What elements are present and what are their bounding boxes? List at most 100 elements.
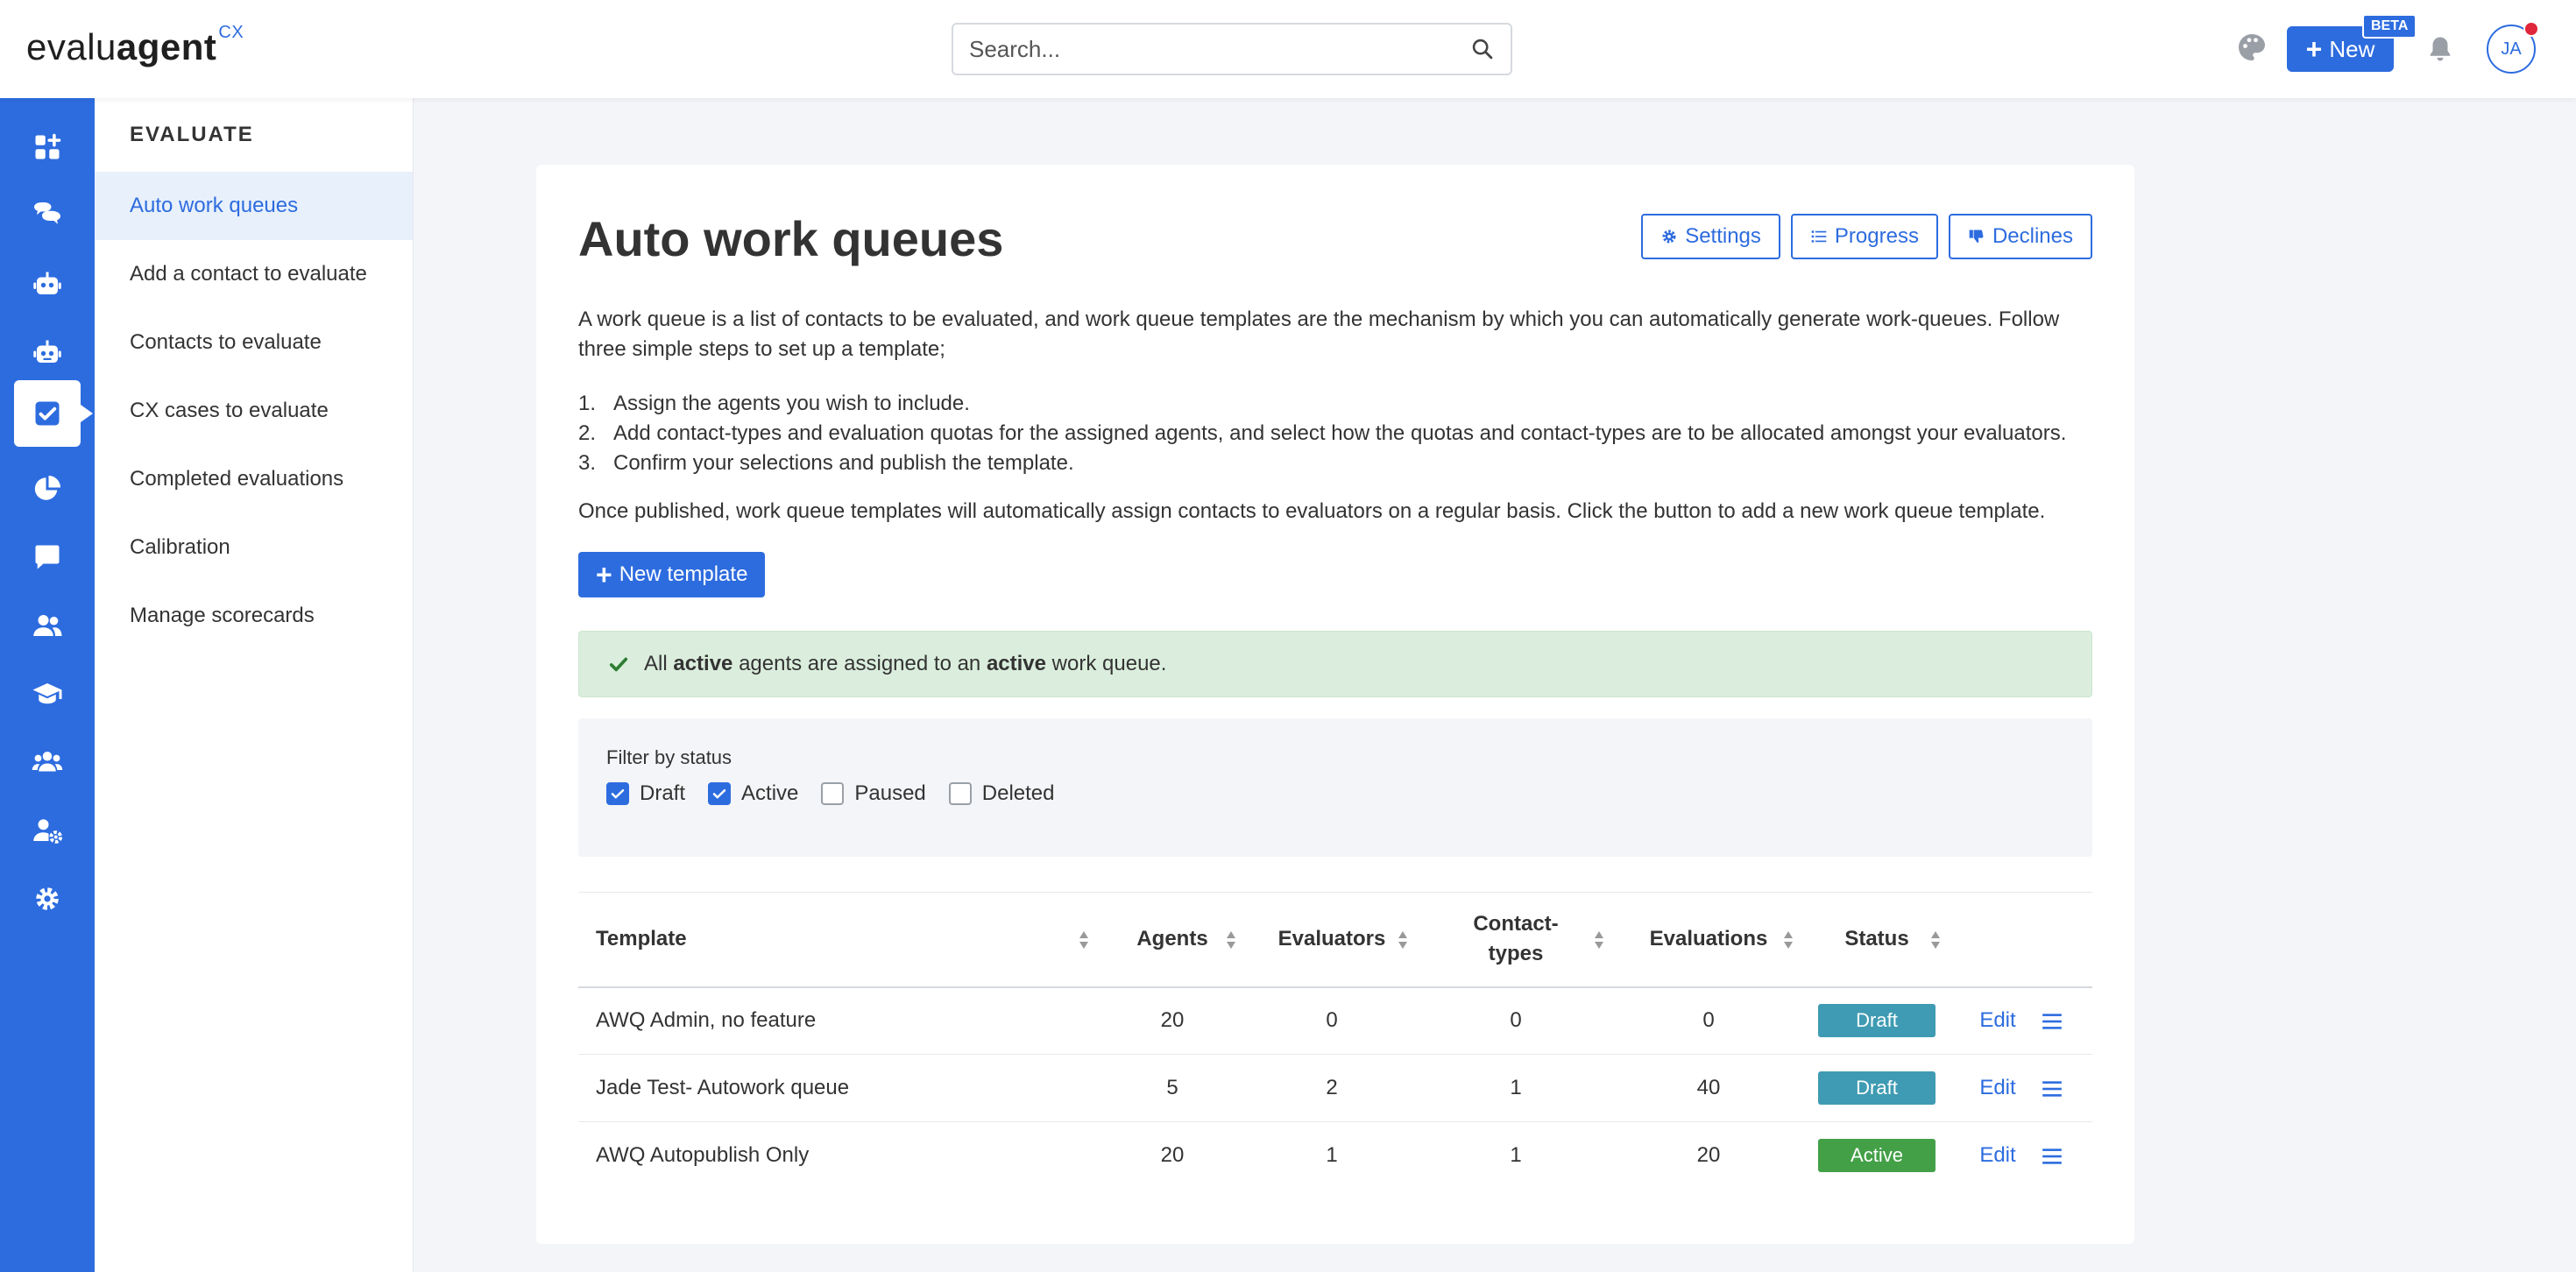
declines-button-label: Declines [1992, 224, 2073, 248]
column-header-agents[interactable]: Agents [1099, 892, 1246, 988]
column-header-template[interactable]: Template [578, 892, 1099, 988]
progress-button[interactable]: Progress [1790, 214, 1938, 259]
cell-actions: Edit [1950, 986, 2092, 1055]
sort-icon [1784, 931, 1793, 949]
rail-teams[interactable] [14, 729, 81, 795]
main-card: Auto work queues Settings Progress Decli… [536, 165, 2134, 1244]
status-badge: Draft [1818, 1004, 1936, 1038]
submenu-item-cx-cases[interactable]: CX cases to evaluate [95, 377, 413, 445]
settings-button[interactable]: Settings [1641, 214, 1780, 259]
step-text: Assign the agents you wish to include. [613, 392, 970, 415]
column-header-label: Status [1844, 927, 1909, 951]
table-row: AWQ Admin, no feature 20 0 0 0 Draft Edi… [578, 986, 2092, 1055]
notification-dot [2523, 21, 2539, 37]
bell-icon[interactable] [2425, 33, 2455, 65]
search-input[interactable] [953, 25, 1444, 74]
rail-settings[interactable] [14, 866, 81, 932]
submenu-item-calibration[interactable]: Calibration [95, 513, 413, 582]
rail-evaluate[interactable] [14, 380, 93, 447]
sort-icon [1227, 931, 1235, 949]
list-item: 1. Assign the agents you wish to include. [578, 389, 2094, 419]
cell-status: Draft [1803, 986, 1950, 1055]
list-item: 3. Confirm your selections and publish th… [578, 449, 2094, 478]
filter-deleted[interactable]: Deleted [948, 781, 1055, 806]
column-header-label: Evaluators [1277, 927, 1386, 951]
cell-evaluations: 40 [1614, 1054, 1803, 1122]
column-header-evaluations[interactable]: Evaluations [1614, 892, 1803, 988]
comment-icon [35, 545, 60, 569]
rail-training[interactable] [14, 661, 81, 727]
robot-icon [33, 272, 61, 294]
filter-active[interactable]: Active [708, 781, 798, 806]
new-template-button[interactable]: + New template [578, 552, 766, 597]
filter-label: Filter by status [606, 746, 732, 768]
menu-icon[interactable] [2041, 1147, 2063, 1166]
user-settings-icon [33, 819, 63, 844]
column-header-evaluators[interactable]: Evaluators [1246, 892, 1418, 988]
column-header-status[interactable]: Status [1803, 892, 1950, 988]
graduation-cap-icon [32, 683, 62, 704]
submenu-item-auto-work-queues[interactable]: Auto work queues [95, 172, 413, 240]
rail-users[interactable] [14, 592, 81, 659]
column-header-label: Template [596, 927, 687, 951]
search-icon[interactable] [1470, 37, 1495, 61]
rail-bot-alt[interactable] [14, 319, 81, 385]
gear-icon [1662, 230, 1676, 244]
step-text: Confirm your selections and publish the … [613, 451, 1074, 475]
submenu-item-contacts-to-evaluate[interactable]: Contacts to evaluate [95, 308, 413, 377]
column-header-label: Agents [1136, 927, 1208, 951]
column-header-label: Evaluations [1649, 927, 1768, 951]
column-header-contact-types[interactable]: Contact-types [1418, 892, 1614, 988]
step-number: 2. [578, 421, 597, 445]
filter-option-label: Active [741, 781, 799, 805]
alert-text-part: All [644, 652, 674, 675]
logo-text-b: agent [116, 26, 217, 67]
palette-icon[interactable] [2236, 32, 2268, 63]
rail-user-settings[interactable] [14, 797, 81, 864]
dashboard-add-icon [35, 133, 61, 159]
status-badge: Active [1818, 1139, 1936, 1173]
declines-button[interactable]: Declines [1948, 214, 2092, 259]
rail-messages[interactable] [14, 524, 81, 590]
deleted-checkbox[interactable] [948, 782, 972, 805]
beta-badge: BETA [2362, 14, 2417, 39]
cell-actions: Edit [1950, 1122, 2092, 1190]
column-header-label: Contact-types [1473, 912, 1559, 966]
success-alert: All active agents are assigned to an act… [578, 631, 2092, 697]
active-checkbox[interactable] [708, 782, 732, 805]
description: A work queue is a list of contacts to be… [578, 307, 2060, 361]
edit-link[interactable]: Edit [1979, 1143, 2015, 1167]
app-logo[interactable]: evaluagent CX [26, 23, 244, 68]
cell-evaluators: 0 [1246, 986, 1418, 1055]
table-row: AWQ Autopublish Only 20 1 1 20 Active Ed… [578, 1122, 2092, 1190]
icon-rail [0, 98, 95, 1272]
robot-alt-icon [33, 340, 61, 363]
filter-option-label: Paused [854, 781, 926, 805]
edit-link[interactable]: Edit [1979, 1008, 2015, 1032]
paused-checkbox[interactable] [821, 782, 845, 805]
plus-icon: + [596, 559, 612, 590]
menu-icon[interactable] [2041, 1079, 2063, 1099]
top-bar: evaluagentCX +New BETA JA [0, 0, 2576, 98]
cell-contact-types: 0 [1418, 986, 1614, 1055]
filter-paused[interactable]: Paused [821, 781, 926, 806]
edit-link[interactable]: Edit [1979, 1076, 2015, 1099]
menu-icon[interactable] [2041, 1012, 2063, 1031]
sort-icon [1079, 931, 1088, 949]
rail-dashboard-add[interactable] [14, 114, 81, 180]
filter-draft[interactable]: Draft [606, 781, 685, 806]
submenu-item-completed-evaluations[interactable]: Completed evaluations [95, 445, 413, 513]
rail-conversations[interactable] [14, 182, 81, 249]
status-filter-panel: Filter by status Draft Active Paused Del… [578, 718, 2092, 857]
alert-text-part: agents are assigned to an [732, 652, 987, 675]
cell-agents: 5 [1099, 1054, 1246, 1122]
steps-list: 1. Assign the agents you wish to include.… [578, 389, 2094, 478]
rail-reports[interactable] [14, 456, 81, 522]
progress-button-label: Progress [1834, 224, 1919, 248]
cell-status: Draft [1803, 1054, 1950, 1122]
submenu-item-manage-scorecards[interactable]: Manage scorecards [95, 582, 413, 650]
cell-template: AWQ Autopublish Only [596, 1143, 810, 1168]
rail-bot[interactable] [14, 251, 81, 317]
submenu-item-add-contact[interactable]: Add a contact to evaluate [95, 240, 413, 308]
draft-checkbox[interactable] [606, 782, 629, 805]
